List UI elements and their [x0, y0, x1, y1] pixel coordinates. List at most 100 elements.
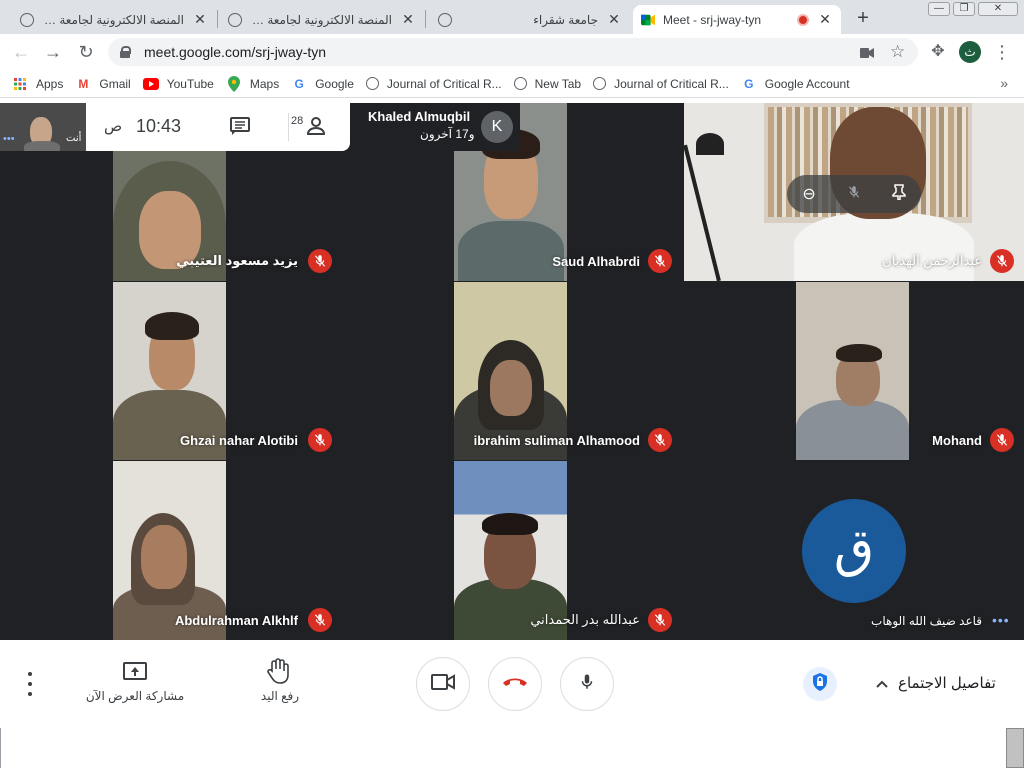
tab-title: المنصة الالكترونية لجامعة شقراء - — [34, 12, 184, 27]
bookmark-gmail[interactable]: M Gmail — [75, 76, 130, 92]
people-icon[interactable] — [304, 117, 326, 140]
participant-name: Ghzai nahar Alotibi — [180, 433, 298, 448]
bookmark-youtube[interactable]: YouTube — [142, 76, 214, 92]
self-view-tile[interactable]: أنت ••• — [0, 103, 86, 151]
tab-strip: المنصة الالكترونية لجامعة شقراء - ✕ المن… — [0, 0, 1024, 34]
tab-1[interactable]: المنصة الالكترونية لجامعة شقراء - ✕ — [12, 5, 216, 34]
apps-grid-icon — [12, 76, 28, 92]
participant-name: قاعد ضيف الله الوهاب — [871, 614, 982, 628]
present-now-label[interactable]: مشاركة العرض الآن — [80, 689, 190, 703]
bookmark-maps[interactable]: Maps — [226, 75, 280, 92]
meeting-controls-bar: مشاركة العرض الآن رفع اليد تفاصيل الاجتم… — [0, 640, 1024, 728]
tab-close-icon[interactable]: ✕ — [817, 11, 833, 28]
presenter-name: Khaled Almuqbil — [368, 109, 471, 124]
menu-vert-icon[interactable]: ⋮ — [991, 41, 1013, 63]
participant-name: عبدالله بدر الحمداني — [530, 612, 640, 627]
address-bar[interactable]: meet.google.com/srj-jway-tyn ☆ — [108, 38, 918, 66]
mic-toggle-button[interactable] — [560, 657, 614, 711]
page-blank-area — [0, 728, 1024, 768]
extensions-puzzle-icon[interactable]: ✥ — [927, 41, 949, 63]
reload-icon[interactable]: ↻ — [75, 41, 97, 63]
bookmark-label: New Tab — [534, 76, 582, 91]
present-screen-icon[interactable] — [123, 662, 147, 687]
forward-arrow-icon[interactable]: → — [42, 41, 64, 63]
end-call-button[interactable] — [488, 657, 542, 711]
participant-video — [796, 282, 909, 460]
self-view-label: أنت — [66, 133, 82, 144]
tab-3[interactable]: جامعة شقراء ✕ — [430, 5, 630, 34]
presenter-info[interactable]: Khaled Almuqbil و17 آخرون K — [350, 103, 520, 151]
bookmark-google-account[interactable]: G Google Account — [741, 76, 849, 92]
recording-icon — [797, 13, 809, 26]
bookmarks-bar: Apps M Gmail YouTube Maps G Google Journ… — [0, 70, 1024, 98]
presenter-avatar: K — [481, 111, 513, 143]
new-tab-icon[interactable]: + — [853, 7, 873, 30]
bookmark-label: Apps — [36, 76, 64, 91]
participant-tile[interactable]: Mohand — [684, 282, 1024, 460]
more-vert-icon[interactable] — [22, 672, 38, 696]
participant-count: 28 — [291, 115, 304, 127]
bookmark-journal-2[interactable]: Journal of Critical R... — [593, 77, 729, 91]
participant-tile[interactable]: Abdulrahman Alkhlf — [0, 461, 340, 640]
bookmark-journal-1[interactable]: Journal of Critical R... — [365, 76, 502, 91]
bookmark-label: Journal of Critical R... — [614, 76, 729, 91]
meeting-details-button[interactable]: تفاصيل الاجتماع — [876, 674, 996, 692]
raise-hand-label[interactable]: رفع اليد — [240, 689, 320, 703]
shield-lock-icon — [811, 672, 829, 697]
mute-participant-icon[interactable] — [847, 184, 861, 205]
pin-icon[interactable] — [891, 183, 906, 205]
globe-icon — [228, 12, 242, 27]
lock-icon — [120, 46, 131, 58]
browser-toolbar: ← → ↻ meet.google.com/srj-jway-tyn ☆ ✥ ⋮ — [0, 34, 1024, 70]
bookmark-label: Journal of Critical R... — [386, 76, 502, 91]
participant-name: Saud Alhabrdi — [552, 254, 640, 269]
camera-toggle-button[interactable] — [416, 657, 470, 711]
presenter-others-count: و17 آخرون — [420, 127, 475, 141]
meeting-ampm: ص — [104, 118, 123, 135]
mic-off-icon — [308, 428, 332, 452]
close-window-icon[interactable]: ✕ — [978, 2, 1018, 16]
tile-hover-controls: ⊖ — [787, 175, 921, 213]
scrollbar-thumb[interactable] — [1006, 728, 1024, 768]
profile-avatar[interactable]: ث — [959, 41, 981, 63]
star-icon[interactable]: ☆ — [890, 42, 905, 62]
participant-name: يزيد مسعود العتيبي — [176, 253, 298, 268]
bookmark-apps[interactable]: Apps — [12, 76, 63, 92]
tab-separator — [217, 10, 218, 28]
meet-icon — [641, 13, 655, 27]
participant-name: ibrahim suliman Alhamood — [473, 433, 640, 448]
meeting-details-label: تفاصيل الاجتماع — [898, 675, 996, 692]
tab-2[interactable]: المنصة الالكترونية لجامعة شقراء - ✕ — [220, 5, 424, 34]
globe-icon — [593, 77, 607, 90]
remove-icon[interactable]: ⊖ — [802, 184, 815, 204]
self-view-more-icon[interactable]: ••• — [3, 133, 15, 145]
google-icon: G — [294, 76, 304, 91]
restore-icon[interactable]: ❐ — [953, 2, 975, 16]
chat-icon[interactable] — [230, 117, 250, 140]
minimize-icon[interactable]: — — [928, 2, 950, 16]
tab-close-icon[interactable]: ✕ — [606, 11, 622, 28]
tab-title: جامعة شقراء — [533, 12, 598, 27]
back-arrow-icon[interactable]: ← — [10, 41, 32, 63]
tab-close-icon[interactable]: ✕ — [400, 11, 416, 28]
raise-hand-icon[interactable] — [266, 658, 290, 689]
bookmarks-overflow-icon[interactable]: » — [1000, 75, 1008, 91]
tab-4-active[interactable]: Meet - srj-jway-tyn ✕ — [633, 5, 841, 34]
tab-close-icon[interactable]: ✕ — [192, 11, 208, 28]
meeting-info-bar: ص 10:43 28 — [86, 103, 350, 151]
participant-name: Mohand — [932, 433, 982, 448]
participant-tile[interactable]: Ghzai nahar Alotibi — [0, 282, 340, 460]
camera-indicator-icon[interactable] — [860, 45, 874, 61]
url-text: meet.google.com/srj-jway-tyn — [144, 44, 327, 60]
participant-tile[interactable]: عبدالله بدر الحمداني — [342, 461, 682, 640]
mic-off-icon — [648, 428, 672, 452]
host-controls-button[interactable] — [803, 667, 837, 701]
bookmark-label: Maps — [249, 76, 280, 91]
participant-tile[interactable]: ibrahim suliman Alhamood — [342, 282, 682, 460]
youtube-icon — [142, 76, 159, 92]
scrollbar-left-edge — [0, 728, 10, 768]
bookmark-google[interactable]: G Google — [291, 76, 354, 92]
maps-pin-icon — [226, 75, 242, 92]
google-icon: G — [744, 76, 754, 91]
bookmark-new-tab[interactable]: New Tab — [513, 76, 582, 91]
